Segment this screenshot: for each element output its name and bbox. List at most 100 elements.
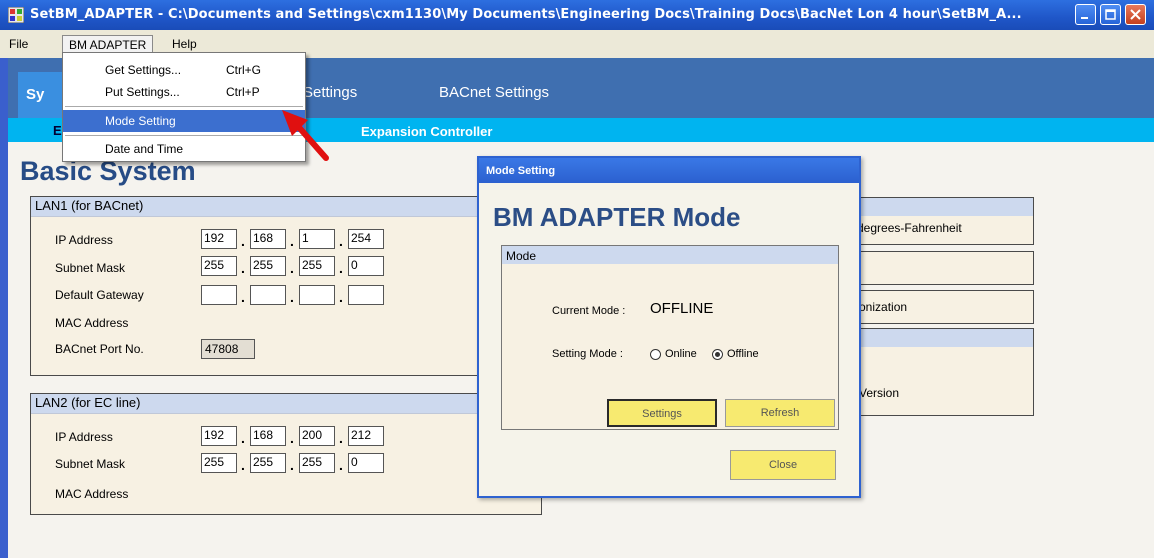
maximize-icon <box>1105 9 1116 20</box>
lan1-ip-octet-2[interactable]: 168 <box>250 229 286 249</box>
ip-dot: . <box>339 260 343 276</box>
lan1-mac-label: MAC Address <box>55 316 129 330</box>
sync-label: onization <box>859 300 908 314</box>
lan2-ip-label: IP Address <box>55 430 113 444</box>
lan2-subnet-label: Subnet Mask <box>55 457 126 471</box>
mode-setting-dialog: Mode Setting BM ADAPTER Mode Mode Curren… <box>477 156 861 498</box>
online-radio[interactable] <box>650 349 661 360</box>
subtab-expansion-controller[interactable]: Expansion Controller <box>361 124 492 139</box>
menu-item-mode-setting[interactable]: Mode Setting <box>63 110 305 132</box>
lan1-ip-octet-1[interactable]: 192 <box>201 229 237 249</box>
ip-dot: . <box>241 430 245 446</box>
lan2-ip-octet-1[interactable]: 192 <box>201 426 237 446</box>
lan1-gateway-octet-4[interactable] <box>348 285 384 305</box>
dialog-title: Mode Setting <box>486 165 556 177</box>
ip-dot: . <box>339 457 343 473</box>
lan1-subnet-octet-4[interactable]: 0 <box>348 256 384 276</box>
refresh-button[interactable]: Refresh <box>725 399 835 427</box>
ip-dot: . <box>290 457 294 473</box>
sync-group: onization <box>840 290 1034 324</box>
window-title: SetBM_ADAPTER - C:\Documents and Setting… <box>30 7 1022 22</box>
menu-item-label: Get Settings... <box>105 63 182 77</box>
menu-separator <box>65 106 303 107</box>
online-label: Online <box>665 348 697 360</box>
offline-radio[interactable] <box>712 349 723 360</box>
lan2-mac-label: MAC Address <box>55 487 129 501</box>
close-button[interactable] <box>1125 4 1146 25</box>
title-bar: SetBM_ADAPTER - C:\Documents and Setting… <box>0 0 1154 30</box>
setting-mode-label: Setting Mode : <box>552 348 623 360</box>
menu-item-label: Mode Setting <box>105 114 176 128</box>
ip-dot: . <box>339 289 343 305</box>
current-mode-value: OFFLINE <box>650 300 714 317</box>
ip-dot: . <box>290 260 294 276</box>
tab-system-label: Sy <box>26 86 45 103</box>
lan2-subnet-octet-2[interactable]: 255 <box>250 453 286 473</box>
lan1-group: LAN1 (for BACnet) IP Address Subnet Mask… <box>30 196 542 376</box>
lan2-subnet-octet-1[interactable]: 255 <box>201 453 237 473</box>
menu-item-get-settings[interactable]: Get Settings... Ctrl+G <box>63 59 305 81</box>
settings-button[interactable]: Settings <box>607 399 717 427</box>
tab-settings[interactable]: Settings <box>303 84 357 101</box>
version-group: Version <box>840 328 1034 416</box>
offline-label: Offline <box>727 348 759 360</box>
minimize-icon <box>1081 17 1088 19</box>
lan1-gateway-label: Default Gateway <box>55 288 144 302</box>
menu-help[interactable]: Help <box>167 36 202 52</box>
lan1-ip-octet-3[interactable]: 1 <box>299 229 335 249</box>
lan1-subnet-octet-2[interactable]: 255 <box>250 256 286 276</box>
ip-dot: . <box>241 289 245 305</box>
subtab-basic-system[interactable]: E <box>53 123 62 138</box>
ip-dot: . <box>339 430 343 446</box>
lan2-group-title: LAN2 (for EC line) <box>31 394 541 414</box>
menu-item-date-time[interactable]: Date and Time <box>63 138 305 160</box>
current-mode-label: Current Mode : <box>552 305 626 317</box>
mode-group-title: Mode <box>502 246 838 264</box>
ip-dot: . <box>241 457 245 473</box>
ip-dot: . <box>290 430 294 446</box>
lan2-ip-octet-2[interactable]: 168 <box>250 426 286 446</box>
lan1-port-label: BACnet Port No. <box>55 342 144 356</box>
lan1-gateway-octet-1[interactable] <box>201 285 237 305</box>
bm-adapter-dropdown: Get Settings... Ctrl+G Put Settings... C… <box>62 52 306 162</box>
menu-separator <box>65 135 303 136</box>
lan1-ip-octet-4[interactable]: 254 <box>348 229 384 249</box>
lan1-subnet-label: Subnet Mask <box>55 261 126 275</box>
version-group-head <box>841 329 1033 347</box>
menu-file[interactable]: File <box>4 36 33 52</box>
maximize-button[interactable] <box>1100 4 1121 25</box>
lan2-ip-octet-3[interactable]: 200 <box>299 426 335 446</box>
menu-item-label: Put Settings... <box>105 85 180 99</box>
minimize-button[interactable] <box>1075 4 1096 25</box>
lan1-subnet-octet-3[interactable]: 255 <box>299 256 335 276</box>
lan1-ip-label: IP Address <box>55 233 113 247</box>
lan1-gateway-octet-2[interactable] <box>250 285 286 305</box>
mode-group-label: Mode <box>506 249 537 263</box>
menu-item-shortcut: Ctrl+P <box>226 85 260 99</box>
menu-item-put-settings[interactable]: Put Settings... Ctrl+P <box>63 81 305 103</box>
temperature-group-head <box>841 198 1033 216</box>
ip-dot: . <box>290 289 294 305</box>
lan1-port-field[interactable]: 47808 <box>201 339 255 359</box>
lan2-ip-octet-4[interactable]: 212 <box>348 426 384 446</box>
close-dialog-button[interactable]: Close <box>730 450 836 480</box>
lan1-subnet-octet-1[interactable]: 255 <box>201 256 237 276</box>
temperature-unit-group: degrees-Fahrenheit <box>840 197 1034 245</box>
menu-item-label: Date and Time <box>105 142 184 156</box>
window-left-edge <box>0 58 8 558</box>
ip-dot: . <box>241 233 245 249</box>
version-label: Version <box>859 386 900 400</box>
ip-dot: . <box>241 260 245 276</box>
right-group-2 <box>840 251 1034 285</box>
dialog-heading: BM ADAPTER Mode <box>493 202 741 232</box>
ip-dot: . <box>290 233 294 249</box>
menu-item-shortcut: Ctrl+G <box>226 63 262 77</box>
lan2-group: LAN2 (for EC line) IP Address Subnet Mas… <box>30 393 542 515</box>
lan1-group-title: LAN1 (for BACnet) <box>31 197 541 217</box>
ip-dot: . <box>339 233 343 249</box>
lan2-subnet-octet-3[interactable]: 255 <box>299 453 335 473</box>
tab-bacnet-settings[interactable]: BACnet Settings <box>439 84 549 101</box>
lan2-subnet-octet-4[interactable]: 0 <box>348 453 384 473</box>
app-icon[interactable] <box>7 6 25 24</box>
lan1-gateway-octet-3[interactable] <box>299 285 335 305</box>
